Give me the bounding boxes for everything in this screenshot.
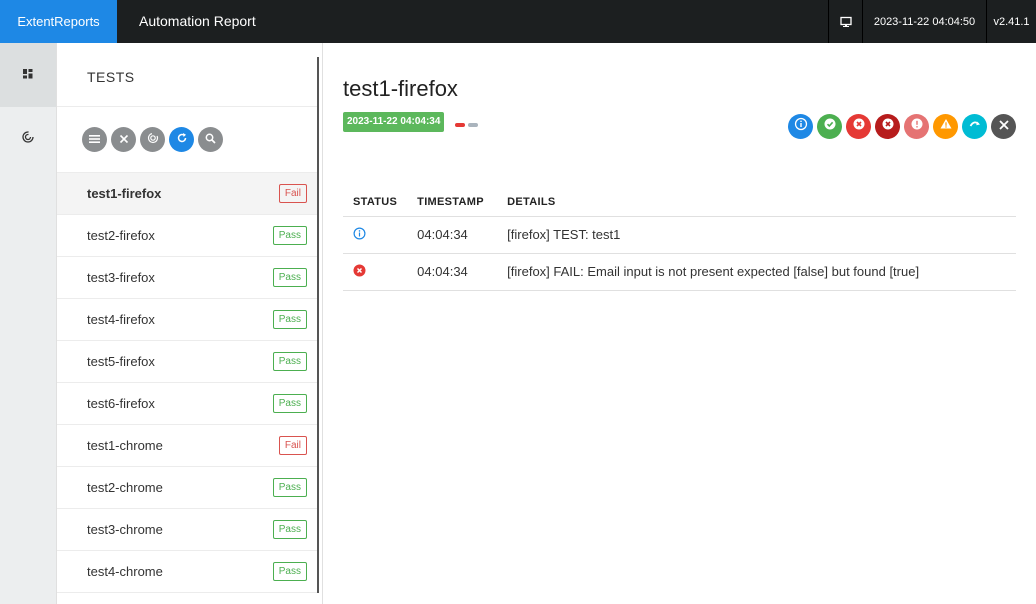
fail-x-icon [353,264,366,280]
column-header-status: STATUS [343,188,408,217]
table-row: 04:04:34 [firefox] FAIL: Email input is … [343,253,1016,291]
log-details: [firefox] FAIL: Email input is not prese… [497,253,1016,291]
navbar-right: 2023-11-22 04:04:50 v2.41.1 [828,0,1036,43]
report-name: Automation Report [139,13,256,29]
test-list-item[interactable]: test1-chrome Fail [57,424,319,466]
status-badge: Pass [272,310,307,329]
page-title: test1-firefox [343,76,458,101]
refresh-button[interactable] [169,127,194,152]
log-status-cell [343,216,408,254]
test-list-panel: TESTS test1-firefox Fail test2-firefox P… [57,43,323,604]
status-badge: Pass [272,562,307,581]
search-icon [205,131,216,149]
test-item-name: test4-chrome [87,564,163,579]
test-list-item[interactable]: test5-firefox Pass [57,340,319,382]
test-item-name: test4-firefox [87,312,155,327]
divider [57,106,319,107]
version-label: v2.41.1 [986,0,1036,43]
fatal-x-icon [881,117,895,136]
test-item-name: test1-chrome [87,438,163,453]
column-header-timestamp: TIMESTAMP [407,188,498,217]
test-item-name: test2-chrome [87,480,163,495]
log-timestamp: 04:04:34 [407,253,498,291]
status-badge: Pass [272,520,307,539]
filter-skip-button[interactable] [962,114,987,139]
test-item-name: test5-firefox [87,354,155,369]
fail-indicator [455,123,465,127]
status-badge: Pass [272,478,307,497]
log-timestamp: 04:04:34 [407,216,498,254]
test-detail-panel: test1-firefox 2023-11-22 04:04:34 STATUS… [323,43,1036,604]
log-table: STATUS TIMESTAMP DETAILS 04:04:34 [firef… [343,188,1016,291]
log-status-cell [343,253,408,291]
pass-check-icon [823,117,837,136]
info-icon [353,226,366,243]
test-list-item[interactable]: test4-firefox Pass [57,298,319,340]
error-exclamation-icon [910,117,924,136]
status-badge: Pass [272,226,307,245]
refresh-icon [176,131,188,149]
test-item-name: test3-chrome [87,522,163,537]
test-list-title: TESTS [87,69,135,85]
fail-x-icon [852,117,866,136]
search-button[interactable] [198,127,223,152]
clear-filter-icon [998,118,1010,136]
close-icon [119,131,129,149]
filter-warning-button[interactable] [933,114,958,139]
status-filter-bar [788,114,1016,139]
device-filter-button[interactable] [140,127,165,152]
warning-icon [939,117,953,136]
status-filter-button[interactable] [82,127,107,152]
column-header-details: DETAILS [497,188,1016,217]
test-list-scrollbar[interactable] [317,57,319,593]
table-row: 04:04:34 [firefox] TEST: test1 [343,216,1016,254]
monitor-icon [828,0,862,43]
test-list-item[interactable]: test3-firefox Pass [57,256,319,298]
status-badge: Pass [272,352,307,371]
dashboard-icon [23,66,33,84]
duration-indicator [468,123,478,127]
report-datetime: 2023-11-22 04:04:50 [862,0,986,43]
sidebar-rail [0,43,57,604]
test-list: test1-firefox Fail test2-firefox Pass te… [57,172,319,604]
top-navbar: ExtentReports Automation Report 2023-11-… [0,0,1036,43]
info-icon [794,117,808,136]
fingerprint-icon [147,131,159,149]
test-list-item[interactable]: test4-chrome Pass [57,550,319,592]
filter-pass-button[interactable] [817,114,842,139]
skip-icon [968,117,982,136]
status-badge: Fail [278,436,307,455]
status-badge: Fail [278,184,307,203]
test-list-item[interactable] [57,592,319,604]
brand-logo[interactable]: ExtentReports [0,0,117,43]
sidebar-item-dashboard[interactable] [0,107,56,171]
table-header-row: STATUS TIMESTAMP DETAILS [343,188,1016,217]
log-details: [firefox] TEST: test1 [497,216,1016,254]
list-icon [89,131,100,149]
test-list-item[interactable]: test1-firefox Fail [57,172,319,214]
test-item-name: test2-firefox [87,228,155,243]
test-list-item[interactable]: test3-chrome Pass [57,508,319,550]
test-item-name: test1-firefox [87,186,162,201]
filter-clear-button[interactable] [991,114,1016,139]
start-time-badge: 2023-11-22 04:04:34 [343,112,445,132]
sidebar-item-tests[interactable] [0,43,56,107]
chart-icon [22,130,34,148]
filter-info-button[interactable] [788,114,813,139]
test-list-item[interactable]: test6-firefox Pass [57,382,319,424]
status-badge: Pass [272,394,307,413]
filter-fatal-button[interactable] [875,114,900,139]
status-badge: Pass [272,268,307,287]
test-list-item[interactable]: test2-firefox Pass [57,214,319,256]
test-list-item[interactable]: test2-chrome Pass [57,466,319,508]
filter-fail-button[interactable] [846,114,871,139]
filter-error-button[interactable] [904,114,929,139]
test-list-toolbar [82,127,223,152]
clear-button[interactable] [111,127,136,152]
test-item-name: test3-firefox [87,270,155,285]
test-item-name: test6-firefox [87,396,155,411]
